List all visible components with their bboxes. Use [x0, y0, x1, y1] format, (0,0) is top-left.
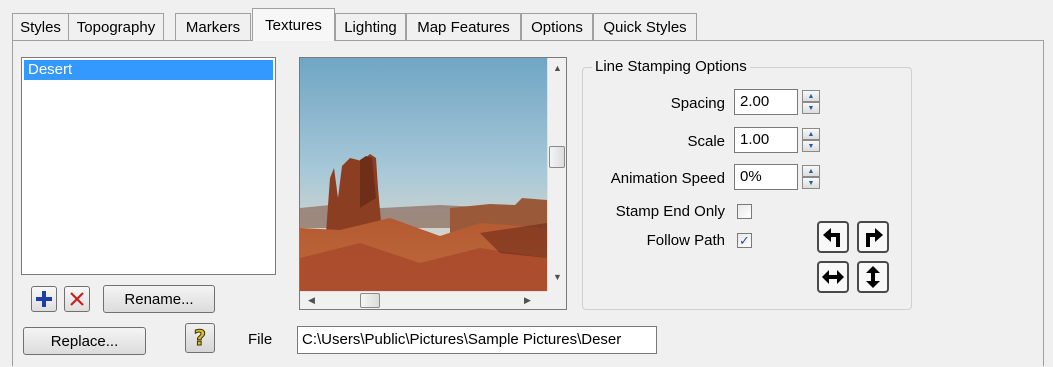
tab-options[interactable]: Options: [521, 13, 593, 40]
tab-markers[interactable]: Markers: [175, 13, 251, 40]
preview-horizontal-scrollbar[interactable]: ◀ ▶: [300, 291, 547, 309]
vertical-arrows-button[interactable]: [857, 261, 889, 293]
svg-text:?: ?: [194, 326, 206, 350]
file-path-field[interactable]: C:\Users\Public\Pictures\Sample Pictures…: [297, 326, 657, 354]
tab-map-features[interactable]: Map Features: [406, 13, 521, 40]
scale-label: Scale: [687, 133, 725, 150]
spacing-spinner[interactable]: ▲ ▼: [802, 90, 820, 114]
question-mark-icon: ?: [193, 326, 206, 350]
checkmark-icon: ✓: [739, 233, 750, 248]
turn-right-icon: [866, 228, 883, 247]
preview-vertical-scrollbar[interactable]: ▲ ▼: [547, 58, 566, 291]
spacing-field[interactable]: 2.00: [734, 89, 798, 115]
scale-field[interactable]: 1.00: [734, 127, 798, 153]
vertical-scroll-thumb[interactable]: [549, 146, 565, 168]
horizontal-scroll-thumb[interactable]: [360, 293, 380, 308]
animation-speed-field[interactable]: 0%: [734, 164, 798, 190]
plus-icon: [36, 291, 52, 307]
spacing-label: Spacing: [670, 95, 725, 112]
tab-quick-styles[interactable]: Quick Styles: [593, 13, 697, 40]
list-item[interactable]: Desert: [24, 60, 273, 80]
rename-button[interactable]: Rename...: [103, 285, 215, 313]
x-icon: [70, 292, 84, 306]
replace-button[interactable]: Replace...: [23, 327, 146, 355]
tab-textures[interactable]: Textures: [252, 8, 335, 41]
animation-speed-label: Animation Speed: [610, 170, 725, 187]
tab-styles[interactable]: Styles: [12, 13, 69, 40]
stamp-end-only-checkbox[interactable]: [737, 204, 752, 219]
file-label: File: [248, 331, 273, 348]
texture-preview: ▲ ▼ ◀ ▶: [299, 57, 567, 310]
turn-right-button[interactable]: [857, 221, 889, 253]
tab-topography[interactable]: Topography: [68, 13, 164, 40]
stamp-end-only-label: Stamp End Only: [615, 203, 725, 220]
vertical-arrows-icon: [866, 266, 880, 288]
desert-texture-image: [300, 58, 547, 291]
follow-path-label: Follow Path: [646, 232, 725, 249]
delete-button[interactable]: [64, 286, 90, 312]
scale-spinner[interactable]: ▲ ▼: [802, 128, 820, 152]
help-button[interactable]: ?: [185, 323, 215, 353]
texture-list[interactable]: Desert: [21, 57, 276, 275]
turn-left-icon: [823, 228, 840, 247]
add-button[interactable]: [31, 286, 57, 312]
animation-speed-spinner[interactable]: ▲ ▼: [802, 165, 820, 189]
follow-path-checkbox[interactable]: ✓: [737, 233, 752, 248]
horizontal-arrows-icon: [822, 270, 844, 284]
turn-left-button[interactable]: [817, 221, 849, 253]
line-stamping-title: Line Stamping Options: [592, 58, 750, 75]
tab-lighting[interactable]: Lighting: [335, 13, 406, 40]
horizontal-arrows-button[interactable]: [817, 261, 849, 293]
